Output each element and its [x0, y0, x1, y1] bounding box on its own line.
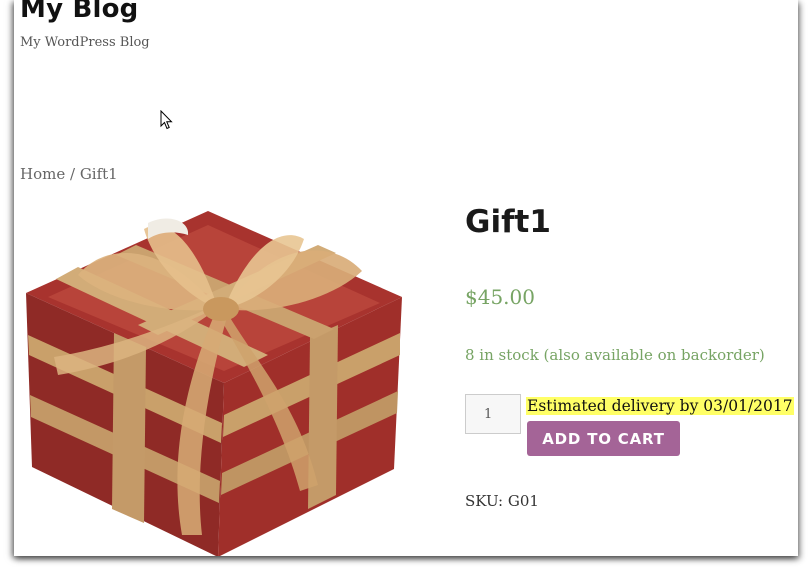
- product-title: Gift1: [465, 204, 551, 240]
- stock-status: 8 in stock (also available on backorder): [465, 346, 765, 364]
- breadcrumb: Home / Gift1: [20, 165, 118, 183]
- breadcrumb-separator: /: [65, 165, 80, 183]
- add-to-cart-button[interactable]: ADD TO CART: [527, 421, 680, 456]
- breadcrumb-home-link[interactable]: Home: [20, 165, 65, 183]
- estimated-delivery-text: Estimated delivery by 03/01/2017: [526, 397, 794, 415]
- mouse-cursor-icon: [160, 110, 173, 130]
- product-sku: SKU: G01: [465, 492, 539, 510]
- site-description: My WordPress Blog: [20, 35, 150, 50]
- gift-box-image[interactable]: [18, 205, 410, 556]
- quantity-input[interactable]: [465, 394, 521, 434]
- breadcrumb-current: Gift1: [79, 165, 118, 183]
- product-price: $45.00: [465, 285, 535, 309]
- page-frame: My Blog My WordPress Blog Home / Gift1 G…: [14, 0, 798, 556]
- site-title[interactable]: My Blog: [20, 0, 138, 24]
